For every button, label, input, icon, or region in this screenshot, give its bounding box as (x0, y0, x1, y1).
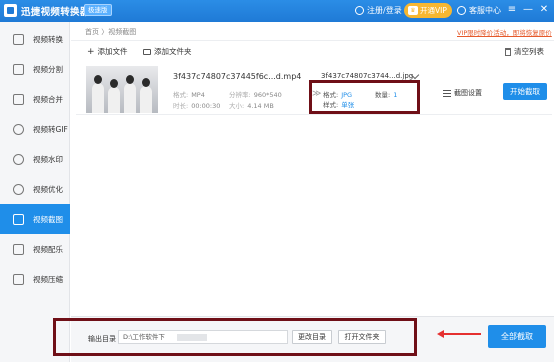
sidebar-item-label: 视频压缩 (33, 274, 63, 284)
breadcrumb[interactable]: 首页 〉视频截图 (85, 27, 136, 37)
music-icon (13, 243, 24, 255)
cfg-count: 数量: 1 (375, 91, 398, 99)
settings-icon (443, 89, 451, 97)
login-label: 注册/登录 (367, 6, 402, 15)
merge-icon (13, 93, 24, 105)
edition-badge: 极速版 (84, 4, 112, 16)
crown-icon: ♛ (408, 6, 418, 15)
sidebar-item-label: 视频优化 (33, 184, 63, 194)
sidebar-item-label: 视频转GIF (33, 124, 68, 134)
output-dir-field[interactable]: D:\工作软件下 (118, 330, 288, 344)
cfg-style: 样式: 单张 (323, 101, 355, 109)
vip-button[interactable]: ♛ 开通VIP (404, 3, 452, 18)
add-folder-label: 添加文件夹 (154, 47, 192, 56)
sidebar-item-watermark[interactable]: 视频水印 (0, 144, 70, 174)
user-icon (355, 6, 364, 15)
add-folder-button[interactable]: 添加文件夹 (143, 46, 192, 57)
screenshot-settings-button[interactable]: 截图设置 (443, 88, 482, 98)
sidebar-item-gif[interactable]: 视频转GIF (0, 114, 70, 144)
video-thumbnail (86, 66, 158, 113)
optimize-icon (13, 183, 24, 195)
file-size: 大小: 4.14 MB (229, 102, 274, 110)
service-icon (457, 6, 466, 15)
minimize-icon[interactable]: — (521, 3, 535, 17)
settings-label: 截图设置 (454, 89, 482, 97)
file-resolution: 分辨率: 960*540 (229, 91, 282, 99)
sidebar-item-label: 视频配乐 (33, 244, 63, 254)
convert-icon (13, 33, 24, 45)
file-format: 格式: MP4 (173, 91, 205, 99)
file-duration: 时长: 00:00:30 (173, 102, 221, 110)
gif-icon (13, 123, 24, 135)
compress-icon (13, 273, 24, 285)
service-button[interactable]: 客服中心 (457, 5, 501, 16)
login-button[interactable]: 注册/登录 (355, 5, 402, 16)
redacted-path (177, 334, 207, 341)
breadcrumb-bar: 首页 〉视频截图 VIP限时降价活动，即将恢复原价 (71, 22, 554, 41)
toolbar: + 添加文件 添加文件夹 清空列表 (71, 41, 554, 63)
clear-list-label: 清空列表 (514, 47, 544, 56)
sidebar-item-merge[interactable]: 视频合并 (0, 84, 70, 114)
output-dir-label: 输出目录 (88, 335, 116, 343)
sidebar-item-optimize[interactable]: 视频优化 (0, 174, 70, 204)
sidebar-item-label: 视频分割 (33, 64, 63, 74)
start-capture-button[interactable]: 开始截取 (503, 83, 547, 100)
sidebar-item-label: 视频水印 (33, 154, 63, 164)
plus-icon: + (87, 46, 95, 57)
sidebar-item-music[interactable]: 视频配乐 (0, 234, 70, 264)
output-file-name: 3f437c74807c3744...d.jpg (321, 72, 414, 80)
watermark-icon (13, 153, 24, 165)
add-file-label: 添加文件 (97, 47, 128, 56)
red-arrow-icon (437, 330, 481, 338)
trash-icon (505, 47, 511, 56)
sidebar-item-convert[interactable]: 视频转换 (0, 24, 70, 54)
service-label: 客服中心 (469, 6, 501, 15)
cfg-format: 格式: JPG (323, 91, 353, 99)
sidebar-item-label: 视频截图 (33, 214, 63, 224)
open-folder-button[interactable]: 打开文件夹 (338, 330, 386, 344)
app-logo-icon (4, 4, 17, 17)
clear-list-button[interactable]: 清空列表 (505, 46, 544, 57)
add-file-button[interactable]: + 添加文件 (87, 46, 128, 57)
promo-link[interactable]: VIP限时降价活动，即将恢复原价 (457, 27, 552, 37)
change-dir-button[interactable]: 更改目录 (292, 330, 332, 344)
sidebar-item-compress[interactable]: 视频压缩 (0, 264, 70, 294)
vip-label: 开通VIP (420, 6, 447, 15)
menu-icon[interactable]: ≡ (505, 3, 519, 17)
sidebar: 视频转换 视频分割 视频合并 视频转GIF 视频水印 视频优化 视频截图 视频配… (0, 22, 70, 362)
title-bar: 迅捷视频转换器 极速版 注册/登录 ♛ 开通VIP 客服中心 ≡ — ✕ (0, 0, 554, 22)
app-title: 迅捷视频转换器 (21, 7, 90, 18)
folder-icon (143, 48, 151, 55)
sidebar-item-label: 视频合并 (33, 94, 63, 104)
file-name: 3f437c74807c37445f6c...d.mp4 (173, 72, 302, 81)
sidebar-item-label: 视频转换 (33, 34, 63, 44)
split-icon (13, 63, 24, 75)
capture-all-button[interactable]: 全部截取 (488, 325, 546, 348)
sidebar-item-screenshot[interactable]: 视频截图 (0, 204, 70, 234)
close-icon[interactable]: ✕ (537, 3, 551, 17)
sidebar-item-split[interactable]: 视频分割 (0, 54, 70, 84)
screenshot-icon (13, 213, 24, 225)
